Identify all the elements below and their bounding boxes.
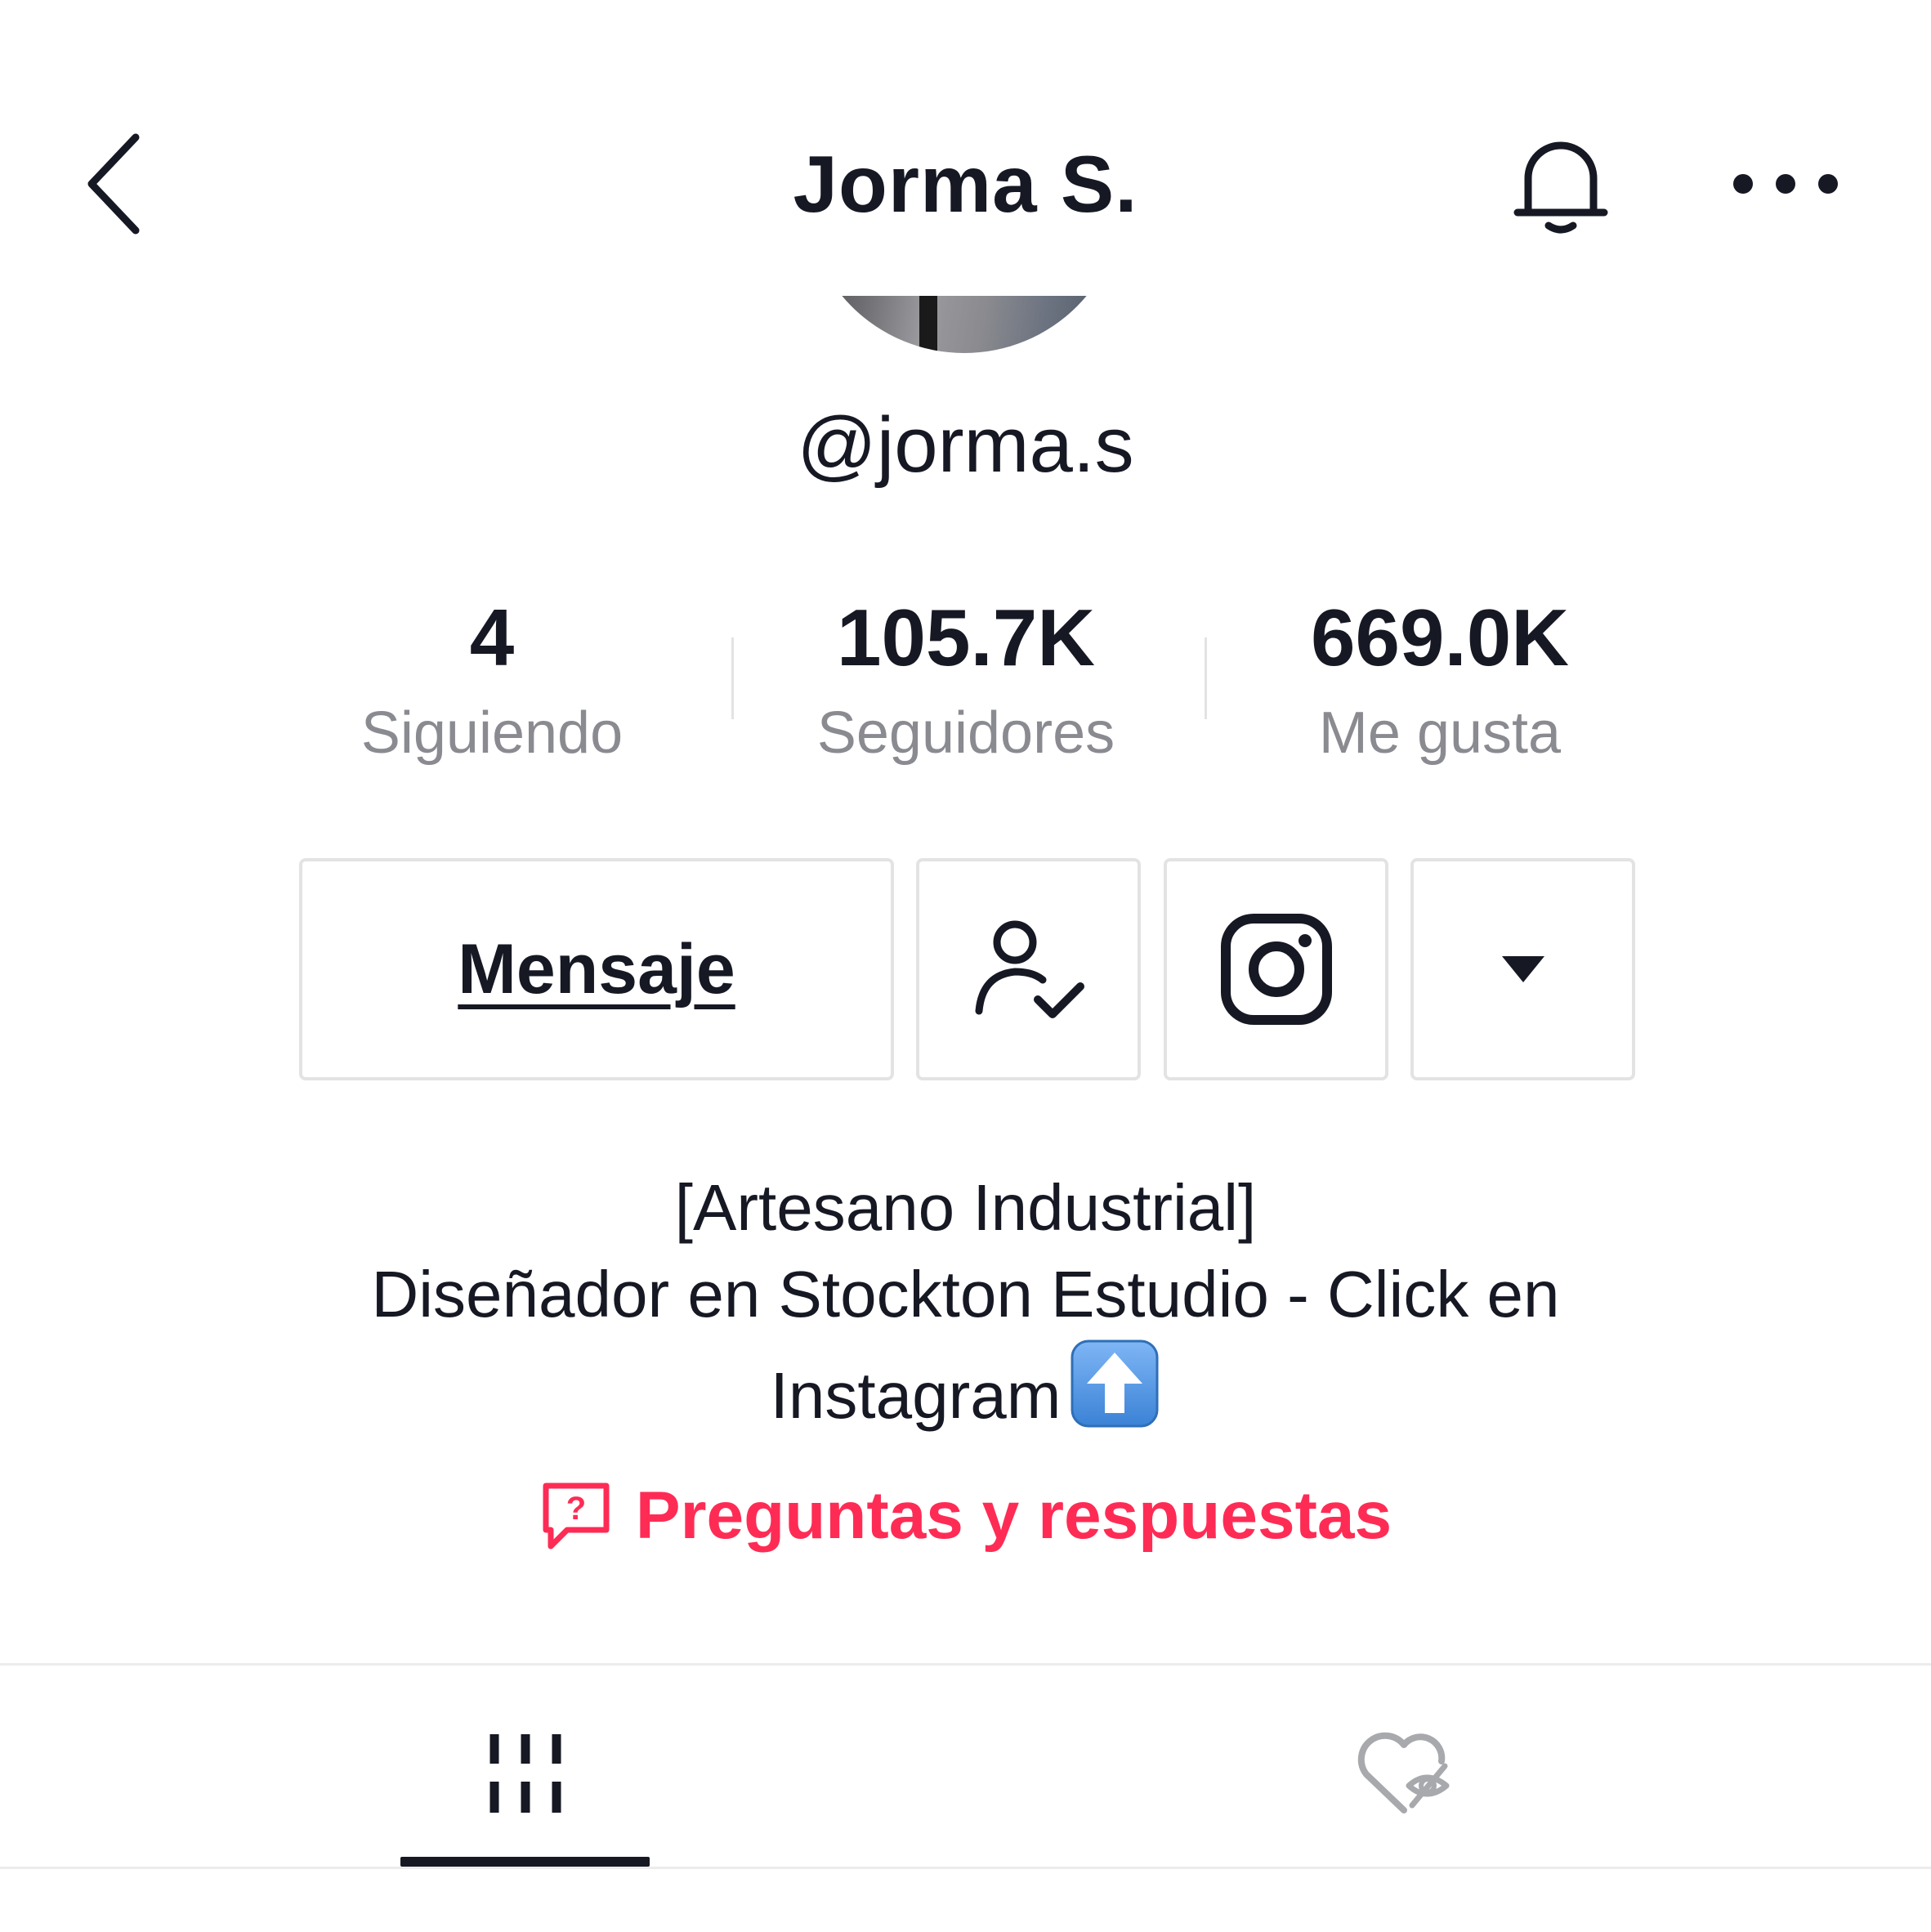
question-bubble-icon: ? <box>543 1483 610 1550</box>
tab-videos[interactable] <box>400 1692 650 1855</box>
notifications-button[interactable] <box>1500 123 1622 245</box>
qa-label: Preguntas y respuestas <box>635 1478 1392 1553</box>
stat-likes-label: Me gusta <box>1318 700 1562 766</box>
avatar <box>805 296 1124 353</box>
user-check-icon <box>975 920 1084 1018</box>
hidden-heart-icon <box>1357 1732 1449 1813</box>
stat-following-label: Siguiendo <box>360 700 624 766</box>
qa-link[interactable]: ? Preguntas y respuestas <box>0 1471 1931 1561</box>
bio-line-3-wrapper: Instagram <box>245 1338 1686 1451</box>
active-tab-indicator <box>400 1857 650 1867</box>
bell-icon <box>1513 141 1608 234</box>
bio-line-2: Diseñador en Stockton Estudio - Click en <box>371 1258 1560 1330</box>
stat-following[interactable]: 4 Siguiendo <box>279 588 704 770</box>
stat-divider <box>731 637 734 719</box>
bio: [Artesano Industrial] Diseñador en Stock… <box>245 1165 1686 1451</box>
instagram-button[interactable] <box>1164 858 1388 1080</box>
stat-followers[interactable]: 105.7K Seguidores <box>753 588 1178 770</box>
username: @jorma.s <box>797 401 1134 489</box>
message-button-label: Mensaje <box>458 929 735 1008</box>
page-title: Jorma S. <box>793 139 1138 229</box>
caret-down-icon <box>1501 956 1544 982</box>
tabs-bottom-divider <box>0 1867 1931 1869</box>
more-options-button[interactable] <box>1720 139 1851 229</box>
bio-line-3: Instagram <box>770 1359 1062 1432</box>
bio-line-1: [Artesano Industrial] <box>674 1171 1257 1244</box>
grid-icon <box>489 1734 561 1813</box>
message-button[interactable]: Mensaje <box>299 858 894 1080</box>
stat-followers-value: 105.7K <box>836 593 1095 682</box>
stat-following-value: 4 <box>469 593 515 682</box>
stat-likes[interactable]: 669.0K Me gusta <box>1227 588 1652 770</box>
more-horizontal-icon <box>1733 174 1838 194</box>
instagram-icon <box>1220 914 1332 1025</box>
stat-divider <box>1205 637 1207 719</box>
tabs-divider <box>0 1663 1931 1666</box>
more-suggestions-button[interactable] <box>1410 858 1635 1080</box>
following-button[interactable] <box>916 858 1141 1080</box>
avatar-container[interactable] <box>805 296 1124 353</box>
stat-followers-label: Seguidores <box>816 700 1115 766</box>
svg-text:?: ? <box>566 1491 586 1527</box>
tab-liked-videos[interactable] <box>1283 1692 1532 1855</box>
stat-likes-value: 669.0K <box>1310 593 1569 682</box>
up-arrow-emoji-icon <box>1069 1338 1160 1451</box>
